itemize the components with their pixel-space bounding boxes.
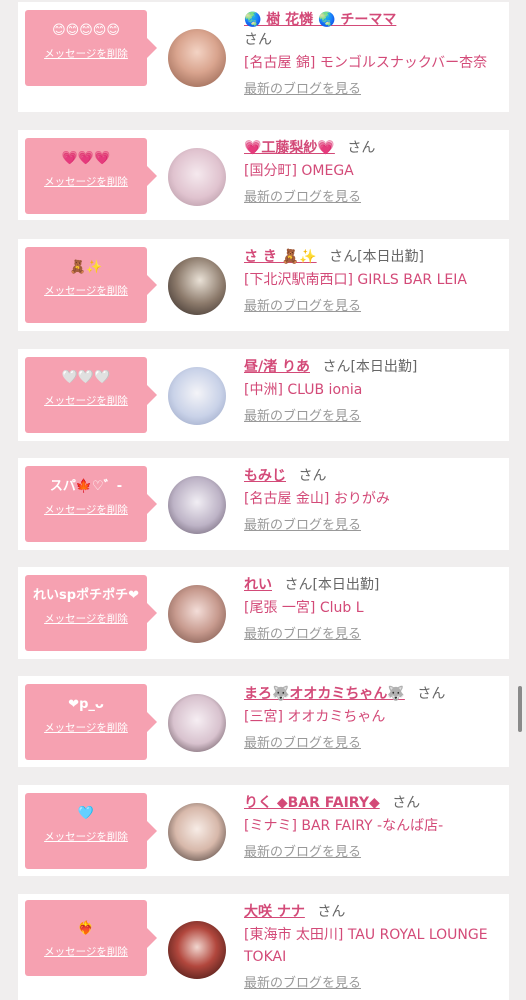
delete-message-link[interactable]: メッセージを削除: [44, 174, 128, 189]
scrollbar[interactable]: [518, 686, 522, 732]
list-item: れいspポチポチ❤ メッセージを削除 れい さん[本日出勤] [尾張 一宮] C…: [18, 567, 509, 659]
honorific: さん[本日出勤]: [284, 577, 380, 593]
latest-blog-link[interactable]: 最新のブログを見る: [244, 623, 361, 642]
honorific: さん[本日出勤]: [322, 359, 418, 375]
honorific: さん: [417, 686, 446, 702]
avatar[interactable]: [168, 148, 226, 206]
shop-name: [三宮] オオカミちゃん: [244, 709, 386, 725]
message-bubble: スパ🍁♡゛- メッセージを削除: [25, 466, 157, 542]
latest-blog-link[interactable]: 最新のブログを見る: [244, 186, 361, 205]
shop-name: [名古屋 金山] おりがみ: [244, 491, 390, 507]
list-item: 💗💗💗 メッセージを削除 💗工藤梨紗💗 さん [国分町] OMEGA 最新のブロ…: [18, 130, 509, 220]
shop-name: [下北沢駅南西口] GIRLS BAR LEIA: [244, 272, 467, 288]
profile-name-link[interactable]: 🌏 樹 花憐 🌏 チーママ: [244, 12, 396, 28]
message-text: スパ🍁♡゛-: [49, 479, 123, 494]
profile-name-link[interactable]: りく ◆BAR FAIRY◆: [244, 795, 380, 811]
shop-name: [尾張 一宮] Club L: [244, 600, 364, 616]
latest-blog-link[interactable]: 最新のブログを見る: [244, 514, 361, 533]
shop-name: [ミナミ] BAR FAIRY -なんば店-: [244, 818, 444, 834]
message-text: 😊😊😊😊😊: [52, 23, 120, 38]
delete-message-link[interactable]: メッセージを削除: [44, 611, 128, 626]
profile-name-link[interactable]: 💗工藤梨紗💗: [244, 140, 335, 156]
shop-name: [中洲] CLUB ionia: [244, 382, 363, 398]
message-text: ❤️‍🔥: [77, 921, 95, 936]
avatar[interactable]: [168, 803, 226, 861]
delete-message-link[interactable]: メッセージを削除: [44, 829, 128, 844]
message-bubble: 🤍🤍🤍 メッセージを削除: [25, 357, 157, 433]
message-bubble: ❤p_ᴗ メッセージを削除: [25, 684, 157, 760]
message-text: 🩵: [77, 806, 95, 821]
delete-message-link[interactable]: メッセージを削除: [44, 283, 128, 298]
delete-message-link[interactable]: メッセージを削除: [44, 46, 128, 61]
honorific: さん[本日出勤]: [329, 249, 425, 265]
profile-name-link[interactable]: 昼/渚 りあ: [244, 359, 310, 375]
delete-message-link[interactable]: メッセージを削除: [44, 502, 128, 517]
avatar[interactable]: [168, 694, 226, 752]
latest-blog-link[interactable]: 最新のブログを見る: [244, 841, 361, 860]
message-bubble: ❤️‍🔥 メッセージを削除: [25, 900, 157, 976]
avatar[interactable]: [168, 367, 226, 425]
delete-message-link[interactable]: メッセージを削除: [44, 720, 128, 735]
avatar[interactable]: [168, 257, 226, 315]
message-bubble: 💗💗💗 メッセージを削除: [25, 138, 157, 214]
latest-blog-link[interactable]: 最新のブログを見る: [244, 405, 361, 424]
message-bubble: れいspポチポチ❤ メッセージを削除: [25, 575, 157, 651]
message-text: 💗💗💗: [61, 151, 111, 166]
avatar[interactable]: [168, 29, 226, 87]
message-bubble: 🧸✨ メッセージを削除: [25, 247, 157, 323]
honorific: さん: [244, 32, 272, 48]
list-item: 🧸✨ メッセージを削除 さ き 🧸✨ さん[本日出勤] [下北沢駅南西口] GI…: [18, 239, 509, 331]
list-item: 🩵 メッセージを削除 りく ◆BAR FAIRY◆ さん [ミナミ] BAR F…: [18, 785, 509, 876]
avatar[interactable]: [168, 476, 226, 534]
shop-name: [東海市 太田川] TAU ROYAL LOUNGE TOKAI: [244, 927, 488, 965]
latest-blog-link[interactable]: 最新のブログを見る: [244, 972, 361, 991]
honorific: さん: [298, 468, 327, 484]
avatar[interactable]: [168, 585, 226, 643]
latest-blog-link[interactable]: 最新のブログを見る: [244, 295, 361, 314]
message-text: 🧸✨: [69, 260, 103, 275]
delete-message-link[interactable]: メッセージを削除: [44, 393, 128, 408]
message-bubble: 🩵 メッセージを削除: [25, 793, 157, 869]
shop-name: [名古屋 錦] モンゴルスナックバー杏奈: [244, 55, 488, 71]
list-item: スパ🍁♡゛- メッセージを削除 もみじ さん [名古屋 金山] おりがみ 最新の…: [18, 458, 509, 550]
list-item: ❤️‍🔥 メッセージを削除 大咲 ナナ さん [東海市 太田川] TAU ROY…: [18, 894, 509, 1000]
honorific: さん: [392, 795, 421, 811]
delete-message-link[interactable]: メッセージを削除: [44, 944, 128, 959]
avatar[interactable]: [168, 921, 226, 979]
latest-blog-link[interactable]: 最新のブログを見る: [244, 78, 361, 97]
latest-blog-link[interactable]: 最新のブログを見る: [244, 732, 361, 751]
list-item: ❤p_ᴗ メッセージを削除 まろ🐺オオカミちゃん🐺 さん [三宮] オオカミちゃ…: [18, 676, 509, 767]
message-text: ❤p_ᴗ: [68, 697, 104, 712]
profile-name-link[interactable]: れい: [244, 577, 272, 593]
message-bubble: 😊😊😊😊😊 メッセージを削除: [25, 10, 157, 86]
profile-name-link[interactable]: 大咲 ナナ: [244, 904, 305, 920]
list-item: 🤍🤍🤍 メッセージを削除 昼/渚 りあ さん[本日出勤] [中洲] CLUB i…: [18, 349, 509, 441]
profile-name-link[interactable]: もみじ: [244, 468, 286, 484]
profile-name-link[interactable]: まろ🐺オオカミちゃん🐺: [244, 686, 405, 702]
honorific: さん: [317, 904, 346, 920]
list-item: 😊😊😊😊😊 メッセージを削除 🌏 樹 花憐 🌏 チーママ さん [名古屋 錦] …: [18, 2, 509, 112]
profile-name-link[interactable]: さ き 🧸✨: [244, 249, 317, 265]
honorific: さん: [347, 140, 376, 156]
message-text: れいspポチポチ❤: [33, 588, 139, 603]
shop-name: [国分町] OMEGA: [244, 163, 354, 179]
message-text: 🤍🤍🤍: [61, 370, 111, 385]
